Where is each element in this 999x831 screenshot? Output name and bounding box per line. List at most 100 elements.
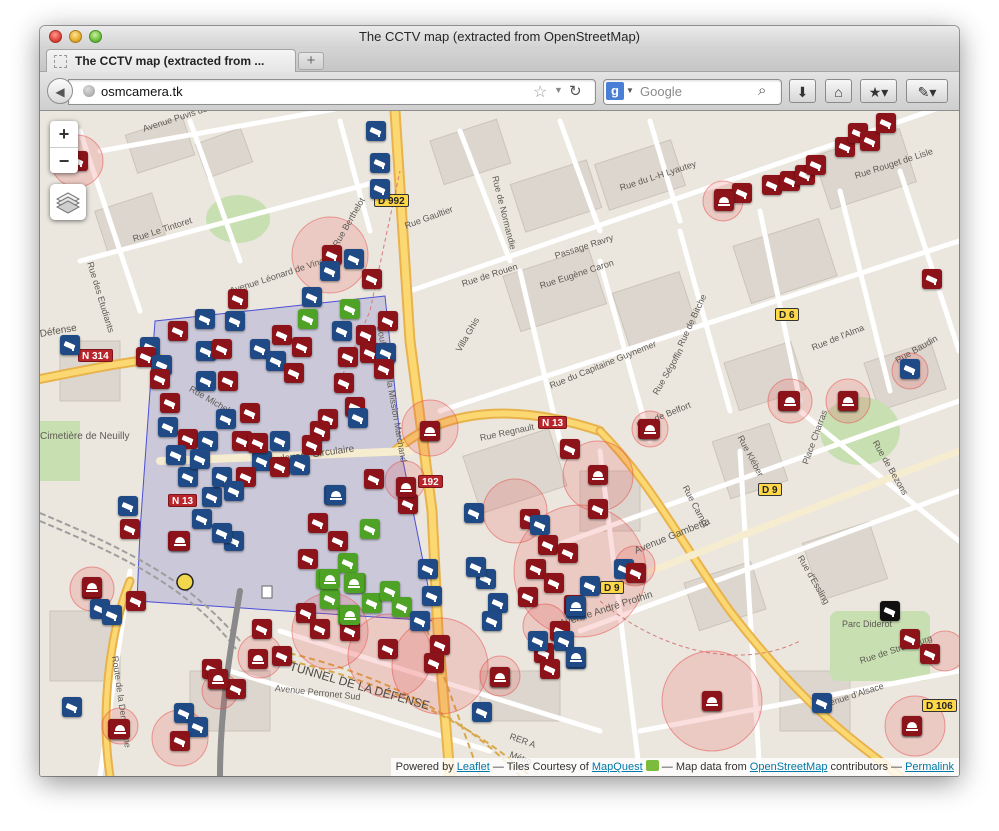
camera-marker[interactable] [806,155,826,175]
camera-marker[interactable] [418,559,438,579]
camera-marker[interactable] [225,311,245,331]
camera-marker[interactable] [370,179,390,199]
dome-camera-marker[interactable] [902,716,922,736]
camera-marker[interactable] [588,499,608,519]
dome-camera-marker[interactable] [248,649,268,669]
dome-camera-marker[interactable] [566,596,586,616]
camera-marker[interactable] [310,619,330,639]
camera-marker[interactable] [518,587,538,607]
dome-camera-marker[interactable] [82,577,102,597]
camera-marker[interactable] [378,311,398,331]
camera-marker[interactable] [464,503,484,523]
search-icon[interactable]: ⌕ [758,82,766,99]
camera-marker[interactable] [202,487,222,507]
dome-camera-marker[interactable] [566,647,586,667]
camera-marker[interactable] [580,576,600,596]
camera-marker[interactable] [538,535,558,555]
camera-marker[interactable] [284,363,304,383]
camera-marker[interactable] [530,515,550,535]
camera-marker[interactable] [338,347,358,367]
camera-marker[interactable] [876,113,896,133]
home-button[interactable]: ⌂ [825,79,852,103]
camera-marker[interactable] [126,591,146,611]
camera-marker[interactable] [374,359,394,379]
dome-camera-marker[interactable] [396,477,416,497]
camera-marker[interactable] [398,494,418,514]
google-icon[interactable]: g [606,82,624,100]
leaflet-link[interactable]: Leaflet [457,761,490,773]
camera-marker[interactable] [430,635,450,655]
camera-marker[interactable] [472,702,492,722]
dome-camera-marker[interactable] [702,691,722,711]
camera-marker[interactable] [224,481,244,501]
bookmarks-menu-button[interactable]: ★▾ [860,79,897,103]
camera-marker[interactable] [298,309,318,329]
camera-marker[interactable] [900,629,920,649]
zoom-out-button[interactable]: − [50,148,78,174]
zoom-in-button[interactable]: + [50,121,78,148]
dome-camera-marker[interactable] [780,391,800,411]
reload-icon[interactable]: ↻ [569,82,582,100]
camera-marker[interactable] [488,593,508,613]
downloads-button[interactable]: ⬇ [789,79,816,103]
camera-marker[interactable] [422,586,442,606]
dome-camera-marker[interactable] [340,605,360,625]
camera-marker[interactable] [160,393,180,413]
camera-marker[interactable] [158,417,178,437]
camera-marker[interactable] [118,496,138,516]
camera-marker[interactable] [212,339,232,359]
camera-marker[interactable] [526,559,546,579]
camera-marker[interactable] [216,409,236,429]
dome-camera-marker[interactable] [420,421,440,441]
camera-marker[interactable] [62,697,82,717]
dome-camera-marker[interactable] [714,191,734,211]
camera-marker[interactable] [198,431,218,451]
camera-marker[interactable] [192,509,212,529]
camera-marker[interactable] [308,513,328,533]
dome-camera-marker[interactable] [170,531,190,551]
map-view[interactable]: Avenue Puvis de Chavannes Rue Le Tintore… [40,111,959,776]
camera-marker[interactable] [178,467,198,487]
camera-marker[interactable] [150,369,170,389]
camera-marker[interactable] [340,299,360,319]
camera-marker[interactable] [266,351,286,371]
camera-marker[interactable] [528,631,548,651]
dome-camera-marker[interactable] [838,391,858,411]
camera-marker[interactable] [922,269,942,289]
camera-marker[interactable] [270,457,290,477]
camera-marker[interactable] [320,261,340,281]
new-tab-button[interactable]: + [298,52,324,70]
camera-marker[interactable] [348,408,368,428]
layers-button[interactable] [50,184,86,220]
camera-marker[interactable] [370,153,390,173]
camera-marker[interactable] [626,563,646,583]
camera-marker[interactable] [920,644,940,664]
history-dropdown-icon[interactable]: ▼ [554,85,563,95]
mapquest-link[interactable]: MapQuest [592,761,643,773]
camera-marker[interactable] [558,543,578,563]
dome-camera-marker[interactable] [588,465,608,485]
camera-marker[interactable] [762,175,782,195]
search-field[interactable]: g ▼ Google ⌕ [603,79,782,105]
camera-marker[interactable] [166,445,186,465]
camera-marker[interactable] [102,605,122,625]
camera-marker[interactable] [196,371,216,391]
camera-marker[interactable] [240,403,260,423]
camera-marker[interactable] [212,523,232,543]
camera-marker[interactable] [860,131,880,151]
search-engine-dropdown-icon[interactable]: ▼ [626,86,634,95]
camera-marker[interactable] [292,337,312,357]
camera-marker[interactable] [290,455,310,475]
camera-marker[interactable] [298,549,318,569]
camera-marker[interactable] [60,335,80,355]
camera-marker[interactable] [362,593,382,613]
camera-marker[interactable] [356,325,376,345]
camera-marker[interactable] [218,371,238,391]
camera-marker[interactable] [120,519,140,539]
camera-marker[interactable] [338,553,358,573]
camera-marker[interactable] [302,435,322,455]
camera-marker[interactable] [334,373,354,393]
camera-marker[interactable] [252,619,272,639]
camera-marker[interactable] [190,449,210,469]
camera-marker[interactable] [344,249,364,269]
